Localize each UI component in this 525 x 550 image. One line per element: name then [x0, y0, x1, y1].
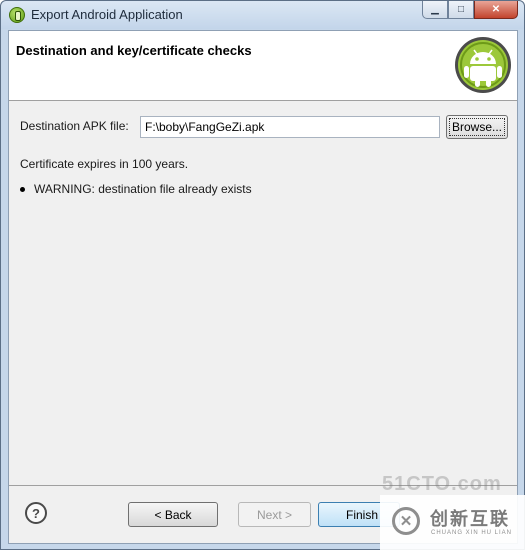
wizard-header: Destination and key/certificate checks: [9, 31, 517, 101]
browse-button[interactable]: Browse...: [446, 115, 508, 139]
title-bar[interactable]: Export Android Application ▁ □ ✕: [1, 1, 524, 29]
page-title: Destination and key/certificate checks: [16, 43, 252, 58]
back-button[interactable]: < Back: [128, 502, 218, 527]
certificate-message: Certificate expires in 100 years.: [20, 157, 189, 171]
destination-apk-input[interactable]: [140, 116, 440, 138]
destination-row: Destination APK file: Browse...: [20, 115, 510, 139]
dialog-content: Destination and key/certificate checks D…: [8, 30, 518, 544]
export-dialog-window: Export Android Application ▁ □ ✕ Destina…: [0, 0, 525, 550]
close-button[interactable]: ✕: [474, 1, 518, 19]
eclipse-app-icon: [9, 7, 25, 23]
window-title: Export Android Application: [31, 7, 183, 22]
watermark-cn-text: 创新互联: [430, 509, 510, 530]
watermark-logo-icon: ✕: [392, 507, 420, 535]
bullet-icon: [20, 186, 25, 192]
android-logo-icon: [455, 37, 511, 93]
watermark-51cto: 51CTO.com: [382, 473, 502, 495]
help-icon[interactable]: ?: [25, 502, 47, 524]
watermark-en-text: CHUANG XIN HU LIAN: [431, 530, 513, 536]
warning-item: WARNING: destination file already exists: [20, 182, 252, 196]
window-controls: ▁ □ ✕: [422, 1, 518, 19]
watermark-badge: ✕ 创新互联 CHUANG XIN HU LIAN: [380, 495, 525, 550]
warning-message: WARNING: destination file already exists: [34, 182, 252, 196]
next-button[interactable]: Next >: [238, 502, 311, 527]
maximize-button[interactable]: □: [448, 1, 474, 19]
minimize-button[interactable]: ▁: [422, 1, 448, 19]
destination-label: Destination APK file:: [20, 119, 129, 133]
